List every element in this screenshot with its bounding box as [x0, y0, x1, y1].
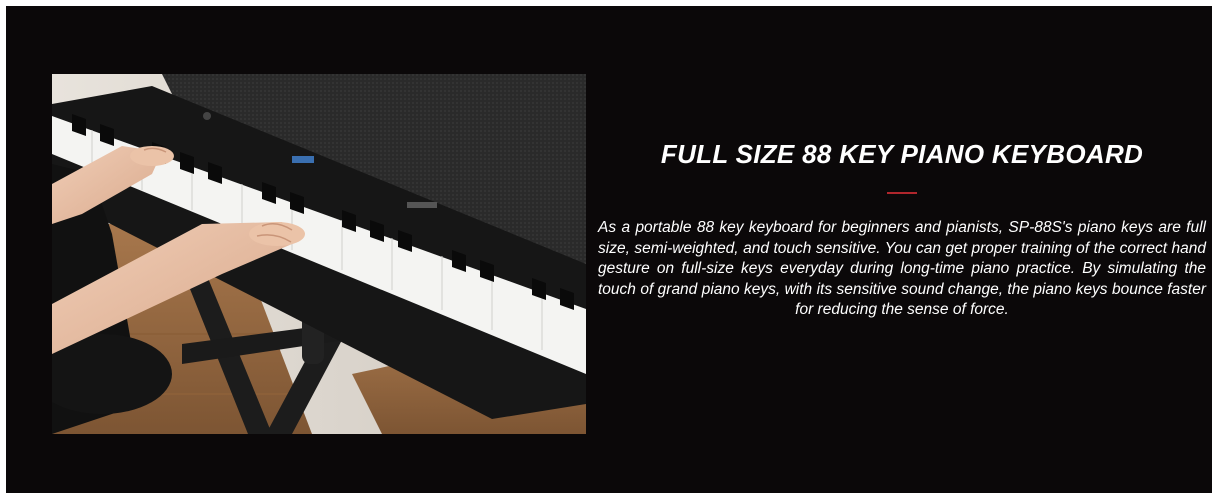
feature-description: As a portable 88 key keyboard for beginn… [598, 219, 1206, 318]
feature-title: FULL SIZE 88 KEY PIANO KEYBOARD [660, 139, 1144, 169]
feature-section: FULL SIZE 88 KEY PIANO KEYBOARD As a por… [6, 6, 1212, 493]
piano-product-photo [52, 74, 586, 434]
title-divider [887, 192, 917, 194]
feature-text-block: FULL SIZE 88 KEY PIANO KEYBOARD As a por… [598, 134, 1206, 321]
piano-illustration [52, 74, 586, 434]
